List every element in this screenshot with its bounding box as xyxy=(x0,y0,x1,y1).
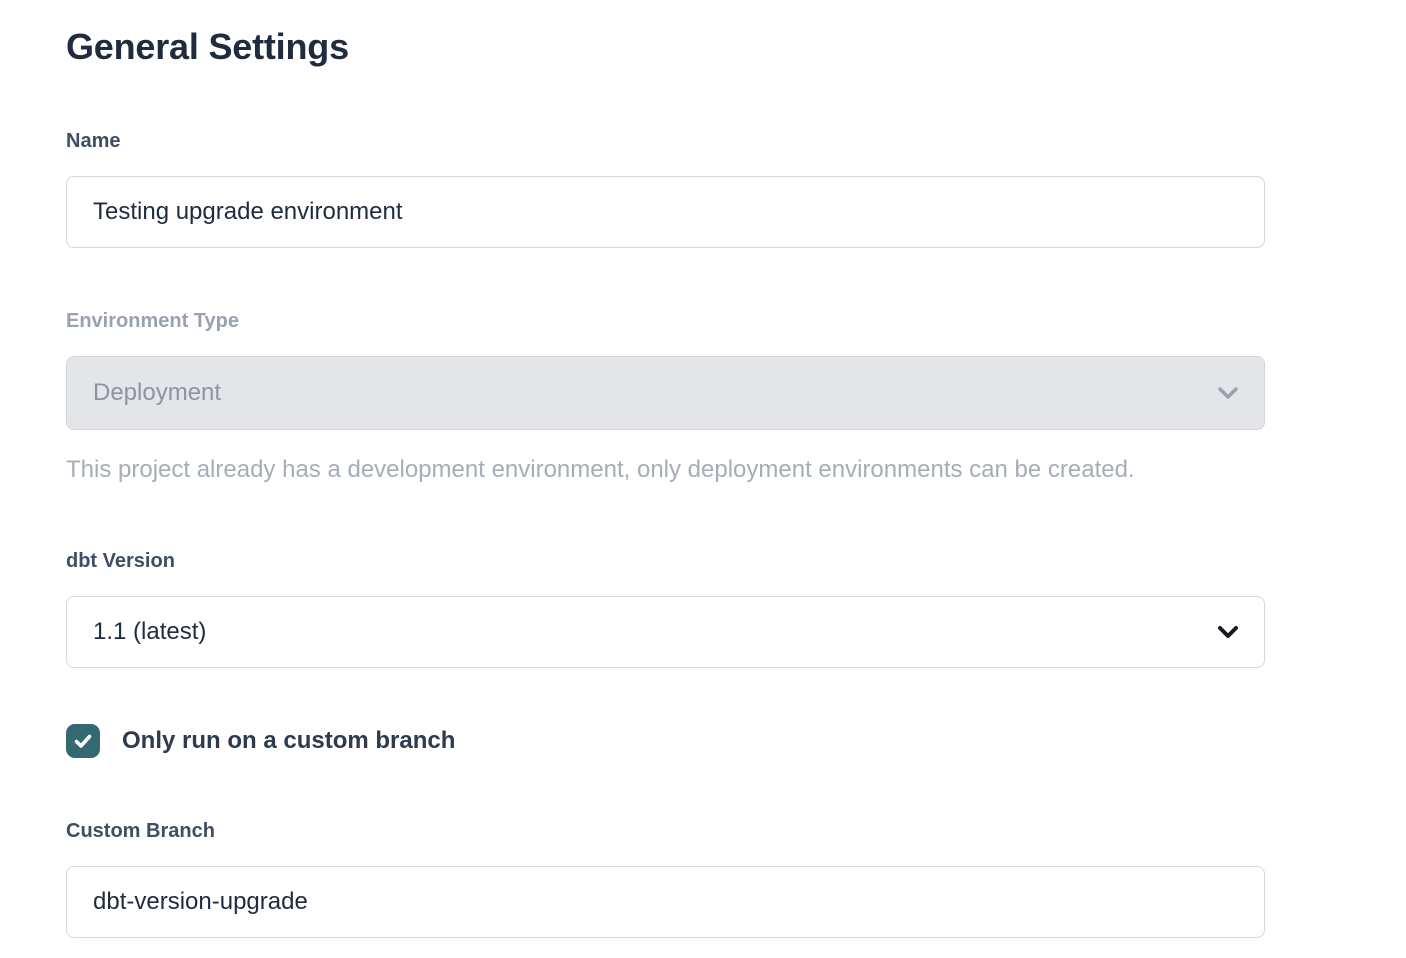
dbt-version-field-group: dbt Version 1.1 (latest) xyxy=(66,550,1265,668)
environment-type-label: Environment Type xyxy=(66,310,1265,332)
custom-branch-label: Custom Branch xyxy=(66,820,1265,842)
environment-type-help-text: This project already has a development e… xyxy=(66,456,1265,484)
name-input[interactable] xyxy=(66,176,1265,248)
name-label: Name xyxy=(66,130,1265,152)
custom-branch-field-group: Custom Branch xyxy=(66,820,1265,938)
custom-branch-checkbox-row[interactable]: Only run on a custom branch xyxy=(66,724,455,758)
custom-branch-input[interactable] xyxy=(66,866,1265,938)
general-settings-page: General Settings Name Environment Type D… xyxy=(0,0,1406,958)
dbt-version-value: 1.1 (latest) xyxy=(93,618,206,646)
name-field-group: Name xyxy=(66,130,1265,248)
environment-type-value: Deployment xyxy=(93,379,221,407)
dbt-version-label: dbt Version xyxy=(66,550,1265,572)
dbt-version-select[interactable]: 1.1 (latest) xyxy=(66,596,1265,668)
checkmark-icon xyxy=(72,730,94,752)
chevron-down-icon xyxy=(1214,618,1242,646)
custom-branch-checkbox-label: Only run on a custom branch xyxy=(122,727,455,755)
page-title: General Settings xyxy=(66,26,1265,68)
environment-type-field-group: Environment Type Deployment This project… xyxy=(66,310,1265,484)
custom-branch-checkbox[interactable] xyxy=(66,724,100,758)
chevron-down-icon xyxy=(1214,379,1242,407)
environment-type-select: Deployment xyxy=(66,356,1265,430)
